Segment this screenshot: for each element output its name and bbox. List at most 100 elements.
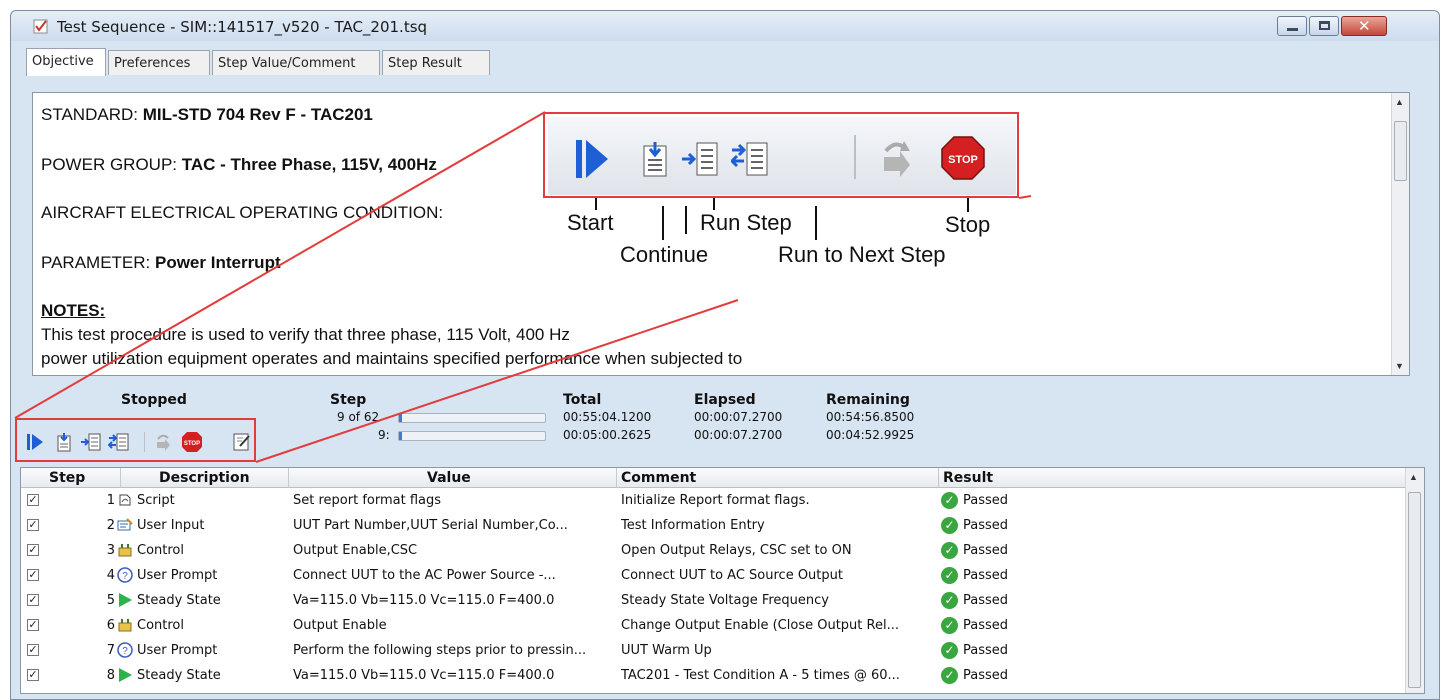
run-step-icon[interactable] <box>681 141 721 177</box>
mini-stop-icon[interactable]: STOP <box>181 431 203 453</box>
table-row[interactable]: ✓ 2 User Input UUT Part Number,UUT Serial N… <box>21 515 1407 537</box>
table-row[interactable]: ✓ 6 Control Output Enable Change Output Enab… <box>21 615 1407 637</box>
step-value: Va=115.0 Vb=115.0 Vc=115.0 F=400.0 <box>293 593 555 608</box>
user-prompt-icon: ? <box>117 567 133 583</box>
close-button[interactable]: ✕ <box>1341 16 1387 36</box>
steady-state-icon <box>117 592 133 608</box>
scroll-thumb[interactable] <box>1394 121 1407 181</box>
run-step-tick <box>713 198 715 210</box>
remaining-overall: 00:54:56.8500 <box>826 410 915 424</box>
edit-report-icon[interactable] <box>232 432 252 452</box>
scroll-down-icon[interactable]: ▼ <box>1395 361 1404 371</box>
table-row[interactable]: ✓ 3 Control Output Enable,CSC Open Output Re… <box>21 540 1407 562</box>
overall-progress-bar <box>398 413 546 423</box>
step-comment: Change Output Enable (Close Output Rel..… <box>621 618 899 633</box>
step-description: User Prompt <box>137 643 218 658</box>
step-result: Passed <box>963 643 1009 658</box>
svg-text:?: ? <box>122 646 128 657</box>
step-count: 9 of 62 <box>337 410 380 424</box>
col-result-header[interactable]: Result <box>939 468 1407 488</box>
steady-state-icon <box>117 667 133 683</box>
elapsed-step: 00:00:07.2700 <box>694 428 783 442</box>
step-comment: TAC201 - Test Condition A - 5 times @ 60… <box>621 668 900 683</box>
mini-run-step-icon[interactable] <box>80 432 102 452</box>
table-row[interactable]: ✓ 1 Script Set report format flags Initializ… <box>21 490 1407 512</box>
step-result: Passed <box>963 568 1009 583</box>
table-row[interactable]: ✓ 5 Steady State Va=115.0 Vb=115.0 Vc=115.0… <box>21 590 1407 612</box>
tab-preferences[interactable]: Preferences <box>108 50 210 75</box>
mini-step-over-icon[interactable] <box>155 432 171 452</box>
col-comment-header[interactable]: Comment <box>617 468 939 488</box>
step-comment: UUT Warm Up <box>621 643 712 658</box>
notes-heading: NOTES: <box>41 301 106 320</box>
control-icon <box>117 542 133 558</box>
step-comment: Connect UUT to AC Source Output <box>621 568 843 583</box>
step-enabled-checkbox[interactable]: ✓ <box>27 594 39 606</box>
table-row[interactable]: ✓ 4? User Prompt Connect UUT to the AC Powe… <box>21 565 1407 587</box>
objective-scrollbar[interactable]: ▲ ▼ <box>1391 93 1409 375</box>
title-bar[interactable]: Test Sequence - SIM::141517_v520 - TAC_2… <box>11 11 1439 41</box>
step-enabled-checkbox[interactable]: ✓ <box>27 644 39 656</box>
start-label: Start <box>567 210 614 235</box>
passed-icon: ✓ <box>941 542 958 559</box>
tab-step-result[interactable]: Step Result <box>382 50 490 75</box>
power-group-label: POWER GROUP: <box>41 155 182 174</box>
step-enabled-checkbox[interactable]: ✓ <box>27 569 39 581</box>
mini-start-icon[interactable] <box>26 433 44 451</box>
step-description: Script <box>137 493 175 508</box>
standard-label: STANDARD: <box>41 105 143 124</box>
remaining-header: Remaining <box>826 392 910 408</box>
step-enabled-checkbox[interactable]: ✓ <box>27 494 39 506</box>
checklist-icon <box>33 19 48 34</box>
passed-icon: ✓ <box>941 667 958 684</box>
step-enabled-checkbox[interactable]: ✓ <box>27 619 39 631</box>
run-to-next-step-icon[interactable] <box>731 141 771 177</box>
step-value: Connect UUT to the AC Power Source -... <box>293 568 556 583</box>
maximize-icon <box>1319 21 1330 30</box>
power-group-line: POWER GROUP: TAC - Three Phase, 115V, 40… <box>41 155 437 175</box>
col-value-header[interactable]: Value <box>289 468 617 488</box>
col-description-header[interactable]: Description <box>121 468 289 488</box>
step-enabled-checkbox[interactable]: ✓ <box>27 544 39 556</box>
passed-icon: ✓ <box>941 617 958 634</box>
step-enabled-checkbox[interactable]: ✓ <box>27 669 39 681</box>
total-step: 00:05:00.2625 <box>563 428 652 442</box>
step-number: 6 <box>106 618 115 633</box>
total-header: Total <box>563 392 602 408</box>
user-input-icon <box>117 517 133 533</box>
mini-stop-icon-text: STOP <box>184 441 200 447</box>
elapsed-header: Elapsed <box>694 392 756 408</box>
mini-toolbar-separator <box>144 432 145 452</box>
step-number: 3 <box>106 543 115 558</box>
tab-step-value-comment[interactable]: Step Value/Comment <box>212 50 380 75</box>
col-step-header[interactable]: Step <box>21 468 121 488</box>
stop-icon[interactable]: STOP <box>941 136 985 180</box>
step-enabled-checkbox[interactable]: ✓ <box>27 519 39 531</box>
maximize-button[interactable] <box>1309 16 1339 36</box>
step-description: User Input <box>137 518 205 533</box>
run-step-label: Run Step <box>700 210 792 235</box>
start-icon[interactable] <box>574 138 610 180</box>
passed-icon: ✓ <box>941 517 958 534</box>
grid-scroll-thumb[interactable] <box>1408 492 1421 688</box>
parameter-label: PARAMETER: <box>41 253 155 272</box>
tab-objective[interactable]: Objective <box>26 48 106 76</box>
grid-scrollbar[interactable]: ▲ <box>1405 468 1424 693</box>
run-step-divider <box>685 206 687 234</box>
mini-run-to-next-step-icon[interactable] <box>108 432 130 452</box>
enlarged-toolbar: STOP <box>548 117 1016 195</box>
step-description: Control <box>137 543 184 558</box>
step-over-icon[interactable] <box>880 137 912 179</box>
table-row[interactable]: ✓ 7? User Prompt Perform the following step… <box>21 640 1407 662</box>
table-row[interactable]: ✓ 8 Steady State Va=115.0 Vb=115.0 Vc=115.0… <box>21 665 1407 687</box>
step-progress-bar <box>398 431 546 441</box>
continue-icon[interactable] <box>641 140 669 178</box>
minimize-button[interactable] <box>1277 16 1307 36</box>
standard-value: MIL-STD 704 Rev F - TAC201 <box>142 105 373 124</box>
mini-continue-icon[interactable] <box>56 432 72 452</box>
step-description: Steady State <box>137 668 221 683</box>
passed-icon: ✓ <box>941 592 958 609</box>
scroll-up-icon[interactable]: ▲ <box>1395 97 1404 107</box>
grid-scroll-up-icon[interactable]: ▲ <box>1409 472 1418 482</box>
mini-toolbar-highlight <box>15 418 256 462</box>
